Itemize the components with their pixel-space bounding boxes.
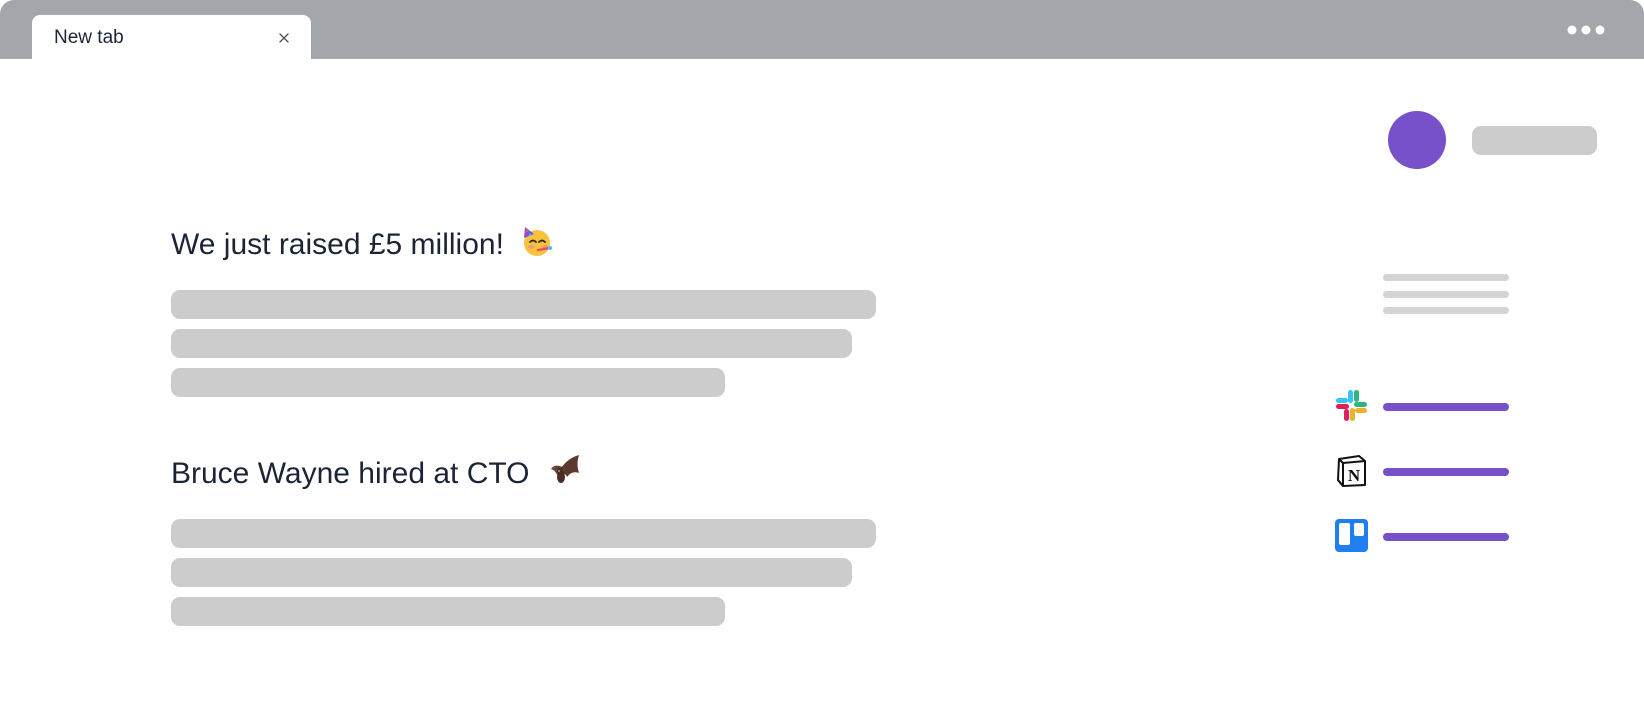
text-placeholder-line bbox=[171, 519, 876, 548]
news-title-hire: Bruce Wayne hired at CTO bbox=[171, 453, 580, 489]
sidebar-placeholder-line bbox=[1383, 307, 1509, 314]
avatar[interactable] bbox=[1388, 111, 1446, 169]
notion-icon[interactable]: N bbox=[1335, 454, 1368, 487]
slack-link[interactable] bbox=[1383, 403, 1509, 411]
sidebar-placeholder-line bbox=[1383, 291, 1509, 298]
news-title-funding: We just raised £5 million! bbox=[171, 224, 554, 260]
trello-link[interactable] bbox=[1383, 533, 1509, 541]
trello-icon[interactable] bbox=[1335, 519, 1368, 552]
username-placeholder bbox=[1472, 126, 1597, 155]
sidebar-placeholder-line bbox=[1383, 274, 1509, 281]
notion-link[interactable] bbox=[1383, 468, 1509, 476]
news-title-text: Bruce Wayne hired at CTO bbox=[171, 457, 530, 490]
text-placeholder-line bbox=[171, 558, 852, 587]
partying-face-icon bbox=[524, 227, 553, 256]
browser-tab-bar: New tab bbox=[0, 0, 1644, 59]
text-placeholder-line bbox=[171, 368, 725, 397]
tab-title: New tab bbox=[54, 27, 124, 48]
text-placeholder-line bbox=[171, 290, 876, 319]
text-placeholder-line bbox=[171, 329, 852, 358]
close-icon[interactable] bbox=[276, 30, 292, 46]
text-placeholder-line bbox=[171, 597, 725, 626]
slack-icon[interactable] bbox=[1335, 389, 1368, 422]
svg-text:N: N bbox=[1348, 466, 1361, 485]
more-dots-icon[interactable] bbox=[1564, 20, 1608, 40]
news-title-text: We just raised £5 million! bbox=[171, 228, 504, 261]
tab-new-tab[interactable]: New tab bbox=[32, 15, 311, 59]
bat-icon bbox=[550, 455, 579, 483]
